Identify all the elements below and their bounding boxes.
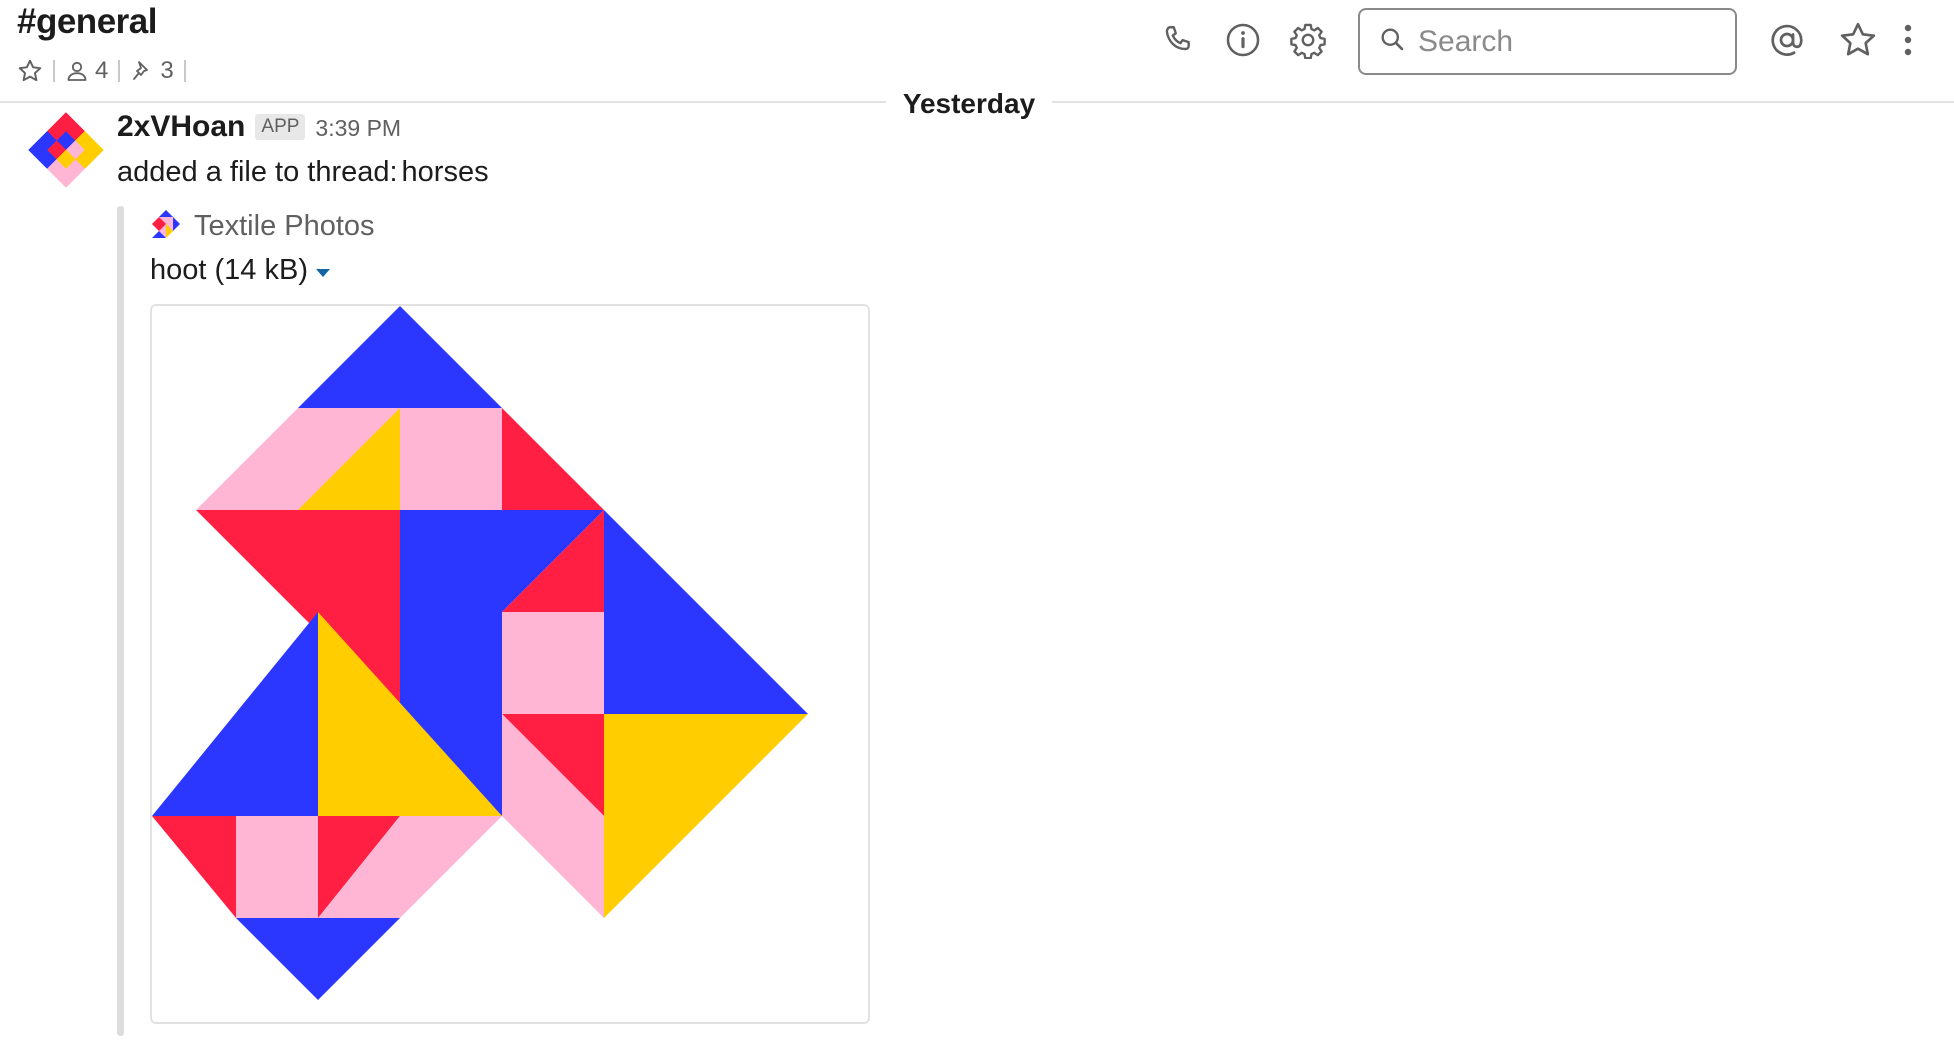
search-icon [1378,25,1406,58]
channel-meta: 4 3 [17,54,196,88]
message-body: added a file to thread: [117,156,398,188]
member-count-button[interactable]: 4 [65,57,108,85]
channel-details-button[interactable] [1221,20,1265,64]
gear-icon [1289,21,1327,64]
search-input[interactable] [1418,24,1718,59]
at-mention-icon [1768,21,1806,64]
attachment-service: Textile Photos [150,208,375,245]
mentions-button[interactable] [1765,20,1809,64]
avatar[interactable] [28,112,104,188]
more-vertical-icon [1903,23,1913,62]
textile-logo-icon [150,208,182,245]
channel-title[interactable]: #general [17,2,157,42]
member-count: 4 [95,57,109,84]
file-name[interactable]: hoot (14 kB) [150,254,308,287]
thread-link[interactable]: horses [402,156,489,189]
message-text: added a file to thread: horses [117,156,489,189]
channel-settings-button[interactable] [1286,20,1330,64]
pin-icon [130,59,154,83]
chevron-down-icon[interactable] [315,268,330,277]
message-timestamp[interactable]: 3:39 PM [315,115,401,142]
attachment-border [117,206,124,1036]
divider [53,60,55,82]
pinned-count: 3 [160,57,174,84]
search-box[interactable] [1358,8,1737,75]
app-badge: APP [255,114,306,140]
phone-icon [1160,22,1196,63]
pinned-count-button[interactable]: 3 [130,57,174,85]
more-actions-button[interactable] [1894,20,1922,64]
file-title[interactable]: hoot (14 kB) [150,254,330,287]
message: 2xVHoan APP 3:39 PM added a file to thre… [0,104,1954,1046]
person-icon [65,59,89,83]
star-icon [1838,20,1878,65]
file-image-preview[interactable] [150,304,870,1024]
star-outline-icon[interactable] [17,58,43,84]
call-button[interactable] [1156,20,1200,64]
info-icon [1224,21,1262,64]
starred-items-button[interactable] [1836,20,1880,64]
attachment-service-name[interactable]: Textile Photos [194,210,375,243]
message-header: 2xVHoan APP 3:39 PM [117,110,401,144]
sender-name[interactable]: 2xVHoan [117,110,245,144]
divider [118,60,121,82]
divider [183,60,186,82]
